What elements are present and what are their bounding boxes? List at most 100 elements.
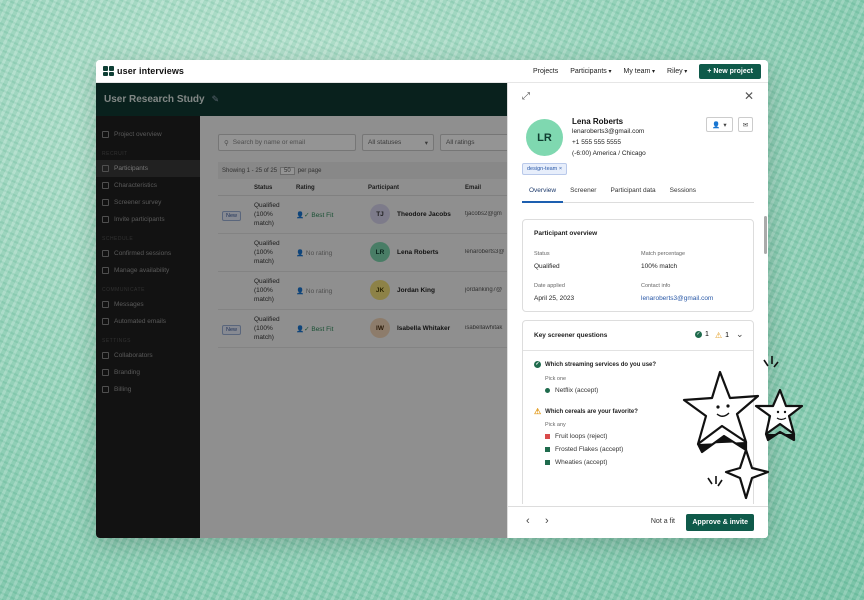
sidebar-item-characteristics[interactable]: Characteristics xyxy=(96,177,200,194)
row-rating[interactable]: 👤 No rating xyxy=(296,287,332,295)
contact-email-link[interactable]: lenaroberts3@gmail.com xyxy=(641,295,713,302)
new-badge: New xyxy=(222,325,242,335)
sidebar-item-manage-availability[interactable]: Manage availability xyxy=(96,262,200,279)
warning-icon: ⚠ xyxy=(715,331,723,340)
column-header-status[interactable]: Status xyxy=(254,185,272,191)
palette-icon xyxy=(102,369,109,376)
overview-icon xyxy=(102,131,109,138)
logo-icon xyxy=(103,66,114,76)
panel-scrollbar[interactable] xyxy=(764,216,767,254)
sidebar-item-messages[interactable]: Messages xyxy=(96,296,200,313)
nav-my-team[interactable]: My team xyxy=(624,68,656,75)
new-project-button[interactable]: + New project xyxy=(699,63,761,79)
question-pick-label: Pick one xyxy=(545,376,567,382)
rating-label: No rating xyxy=(305,250,333,257)
sidebar-item-participants[interactable]: Participants xyxy=(96,160,200,177)
card-title: Key screener questions xyxy=(534,332,608,339)
sidebar-item-label: Confirmed sessions xyxy=(114,250,172,257)
close-icon[interactable]: ✕ xyxy=(744,89,754,103)
rating-filter-value: All ratings xyxy=(446,139,475,146)
person-icon: 👤 xyxy=(712,121,721,129)
sidebar: Project overview RECRUIT Participants Ch… xyxy=(96,116,200,538)
not-a-fit-button[interactable]: Not a fit xyxy=(651,518,675,525)
rating-label: No rating xyxy=(305,288,333,295)
row-email: lenaroberts3@ xyxy=(465,249,505,255)
top-nav: user interviews Projects Participants My… xyxy=(96,60,768,83)
tab-sessions[interactable]: Sessions xyxy=(663,185,703,203)
nav-projects[interactable]: Projects xyxy=(533,68,558,75)
row-email: tjacobs2@gm xyxy=(465,211,502,217)
answer-item: Fruit loops (reject) xyxy=(545,433,607,440)
sidebar-item-collaborators[interactable]: Collaborators xyxy=(96,347,200,364)
email-button[interactable]: ✉ xyxy=(738,117,753,132)
per-page-select[interactable]: 50 xyxy=(280,166,295,175)
sidebar-item-screener-survey[interactable]: Screener survey xyxy=(96,194,200,211)
remove-tag-icon[interactable]: × xyxy=(559,166,562,172)
check-circle-icon: ✓ xyxy=(695,331,702,338)
warn-count-value: 1 xyxy=(725,332,730,339)
column-header-email[interactable]: Email xyxy=(465,185,481,191)
row-participant-name[interactable]: Isabella Whitaker xyxy=(397,325,450,332)
date-applied-label: Date applied xyxy=(534,283,565,289)
tab-overview[interactable]: Overview xyxy=(522,185,564,203)
logo[interactable]: user interviews xyxy=(103,66,184,76)
row-rating[interactable]: 👤✓ Best Fit xyxy=(296,211,333,219)
row-email: isabellawhitak xyxy=(465,325,503,331)
sidebar-item-label: Screener survey xyxy=(114,199,162,206)
participant-name: Lena Roberts xyxy=(572,117,624,126)
column-header-rating[interactable]: Rating xyxy=(296,185,315,191)
calendar-icon xyxy=(102,250,109,257)
sidebar-item-invite-participants[interactable]: Invite participants xyxy=(96,211,200,228)
tag-label: design-team xyxy=(527,166,558,172)
avatar: IW xyxy=(370,318,390,338)
star-doodle-illustration xyxy=(682,356,804,500)
row-rating[interactable]: 👤 No rating xyxy=(296,249,332,257)
search-icon: ⚲ xyxy=(224,139,229,147)
row-participant-name[interactable]: Theodore Jacobs xyxy=(397,211,451,218)
sidebar-item-project-overview[interactable]: Project overview xyxy=(96,126,200,143)
row-participant-name[interactable]: Jordan King xyxy=(397,287,435,294)
sidebar-item-label: Billing xyxy=(114,386,132,393)
email-icon xyxy=(102,318,109,325)
match-value: 100% match xyxy=(641,263,678,270)
rating-label: Best Fit xyxy=(311,326,334,333)
no-rating-icon: 👤 xyxy=(296,288,305,295)
answer-text: Netflix (accept) xyxy=(555,387,599,394)
question-text: Which cereals are your favorite? xyxy=(545,408,638,415)
nav-participants[interactable]: Participants xyxy=(570,68,611,75)
status-filter-select[interactable]: All statuses ▾ xyxy=(362,134,434,151)
date-applied-value: April 25, 2023 xyxy=(534,295,575,302)
search-input[interactable]: ⚲ Search by name or email xyxy=(218,134,356,151)
row-status: Qualified (100% match) xyxy=(254,202,280,227)
sidebar-item-billing[interactable]: Billing xyxy=(96,381,200,398)
expand-icon[interactable]: ⤢ xyxy=(522,91,530,102)
previous-participant-icon[interactable]: ‹ xyxy=(526,515,530,527)
invite-icon xyxy=(102,216,109,223)
tab-screener[interactable]: Screener xyxy=(563,185,603,203)
row-status: Qualified (100% match) xyxy=(254,316,280,341)
person-icon xyxy=(102,165,109,172)
sidebar-item-label: Branding xyxy=(114,369,141,376)
sidebar-item-automated-emails[interactable]: Automated emails xyxy=(96,313,200,330)
row-participant-name[interactable]: Lena Roberts xyxy=(397,249,439,256)
sidebar-item-confirmed-sessions[interactable]: Confirmed sessions xyxy=(96,245,200,262)
next-participant-icon[interactable]: › xyxy=(545,515,549,527)
chevron-down-icon[interactable]: ⌄ xyxy=(736,329,744,340)
answer-item: Netflix (accept) xyxy=(545,387,598,394)
sidebar-item-branding[interactable]: Branding xyxy=(96,364,200,381)
screener-card-header[interactable]: Key screener questions ✓ 1 ⚠ 1 ⌄ xyxy=(523,321,753,351)
row-rating[interactable]: 👤✓ Best Fit xyxy=(296,325,333,333)
per-page-label: per page xyxy=(297,167,322,174)
column-header-participant[interactable]: Participant xyxy=(368,185,399,191)
list-icon xyxy=(102,182,109,189)
nav-user-menu[interactable]: Riley xyxy=(667,68,687,75)
assign-user-dropdown[interactable]: 👤 ▾ xyxy=(706,117,733,132)
sidebar-item-label: Project overview xyxy=(114,131,162,138)
sidebar-item-label: Characteristics xyxy=(114,182,157,189)
approve-invite-button[interactable]: Approve & invite xyxy=(686,514,754,531)
edit-pencil-icon[interactable]: ✎ xyxy=(212,94,220,105)
tab-participant-data[interactable]: Participant data xyxy=(603,185,662,203)
tag-chip[interactable]: design-team × xyxy=(522,163,568,175)
study-title: User Research Study xyxy=(104,94,205,105)
avatar: TJ xyxy=(370,204,390,224)
